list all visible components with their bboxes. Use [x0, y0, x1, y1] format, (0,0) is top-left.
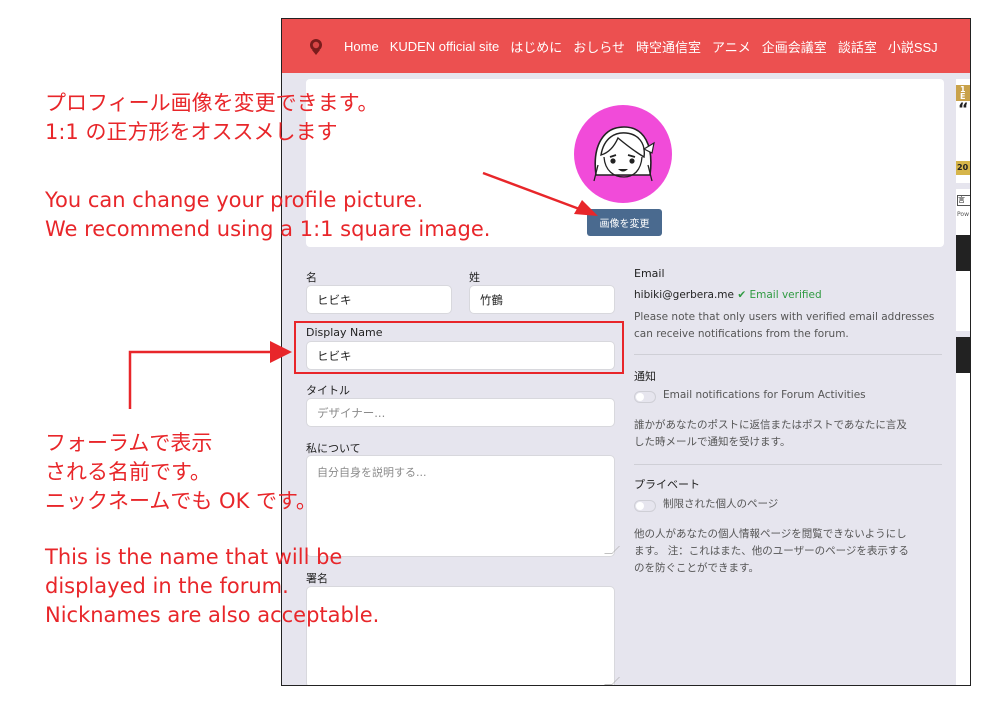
picture-note-en: You can change your profile picture. We …	[45, 186, 490, 244]
name-note-jp-line: フォーラムで表示	[45, 431, 213, 455]
annotated-screenshot: Home KUDEN official site はじめに おしらせ 時空通信室 アニメ企…	[0, 0, 1000, 713]
picture-arrow-head-icon	[574, 200, 598, 216]
picture-note-jp: プロフィール画像を変更できます。 1:1 の正方形をオススメします	[45, 89, 378, 147]
picture-note-en-line: We recommend using a 1:1 square image.	[45, 217, 491, 241]
name-note-jp: フォーラムで表示 される名前です。 ニックネームでも OK です。	[45, 429, 317, 516]
picture-arrow-line	[482, 171, 583, 212]
name-note-jp-line: ニックネームでも OK です。	[45, 489, 317, 513]
name-note-jp-line: される名前です。	[45, 460, 211, 484]
name-note-en-line: Nicknames are also acceptable.	[45, 603, 380, 627]
picture-note-jp-line: プロフィール画像を変更できます。	[45, 91, 379, 115]
name-note-en: This is the name that will be displayed …	[45, 543, 379, 630]
picture-note-en-line: You can change your profile picture.	[45, 188, 424, 212]
picture-note-jp-line: 1:1 の正方形をオススメします	[45, 120, 338, 144]
name-note-en-line: displayed in the forum.	[45, 574, 289, 598]
name-note-en-line: This is the name that will be	[45, 545, 343, 569]
name-arrow-line	[128, 350, 272, 409]
name-arrow-head-icon	[270, 341, 292, 363]
